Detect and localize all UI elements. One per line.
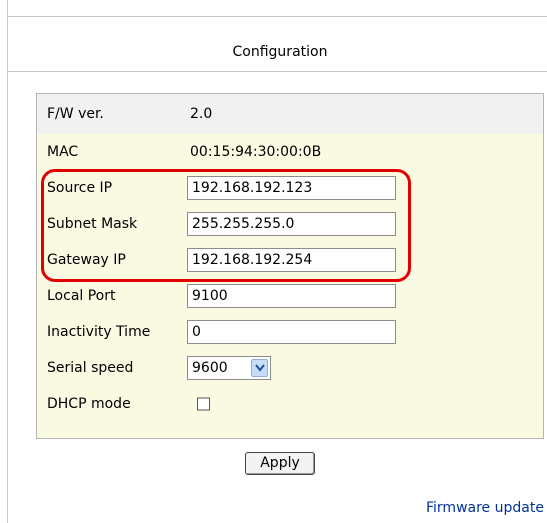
header-divider (7, 71, 547, 72)
row-inactivity-time: Inactivity Time 0 (37, 314, 543, 350)
row-dhcp-mode: DHCP mode (37, 386, 543, 422)
page-title: Configuration (232, 44, 328, 60)
local-port-input[interactable]: 9100 (187, 284, 396, 308)
frame-border-top (7, 16, 547, 17)
dhcp-mode-checkbox[interactable] (197, 397, 210, 411)
subnet-mask-label: Subnet Mask (47, 216, 138, 232)
inactivity-time-input[interactable]: 0 (187, 320, 396, 344)
row-source-ip: Source IP 192.168.192.123 (37, 170, 543, 206)
fw-version-value: 2.0 (190, 106, 213, 122)
row-mac: MAC 00:15:94:30:00:0B (37, 134, 543, 170)
apply-button[interactable]: Apply (245, 452, 315, 475)
row-local-port: Local Port 9100 (37, 278, 543, 314)
local-port-label: Local Port (47, 288, 116, 304)
mac-value: 00:15:94:30:00:0B (190, 144, 322, 160)
config-page: Configuration F/W ver. 2.0 MAC 00:15:94:… (0, 0, 547, 523)
chevron-down-icon[interactable] (251, 359, 268, 377)
row-fw-version: F/W ver. 2.0 (37, 94, 543, 134)
frame-border-left (7, 0, 8, 523)
source-ip-label: Source IP (47, 180, 113, 196)
fw-version-label: F/W ver. (47, 106, 104, 122)
inactivity-time-label: Inactivity Time (47, 324, 151, 340)
row-gateway-ip: Gateway IP 192.168.192.254 (37, 242, 543, 278)
serial-speed-select[interactable]: 9600 (187, 356, 271, 380)
row-serial-speed: Serial speed 9600 (37, 350, 543, 386)
source-ip-input[interactable]: 192.168.192.123 (187, 176, 396, 200)
firmware-update-link[interactable]: Firmware update (426, 500, 544, 516)
row-subnet-mask: Subnet Mask 255.255.255.0 (37, 206, 543, 242)
gateway-ip-input[interactable]: 192.168.192.254 (187, 248, 396, 272)
subnet-mask-input[interactable]: 255.255.255.0 (187, 212, 396, 236)
config-panel: F/W ver. 2.0 MAC 00:15:94:30:00:0B Sourc… (36, 93, 544, 439)
dhcp-mode-label: DHCP mode (47, 396, 131, 412)
gateway-ip-label: Gateway IP (47, 252, 126, 268)
mac-label: MAC (47, 144, 79, 160)
serial-speed-value: 9600 (192, 360, 228, 376)
serial-speed-label: Serial speed (47, 360, 134, 376)
